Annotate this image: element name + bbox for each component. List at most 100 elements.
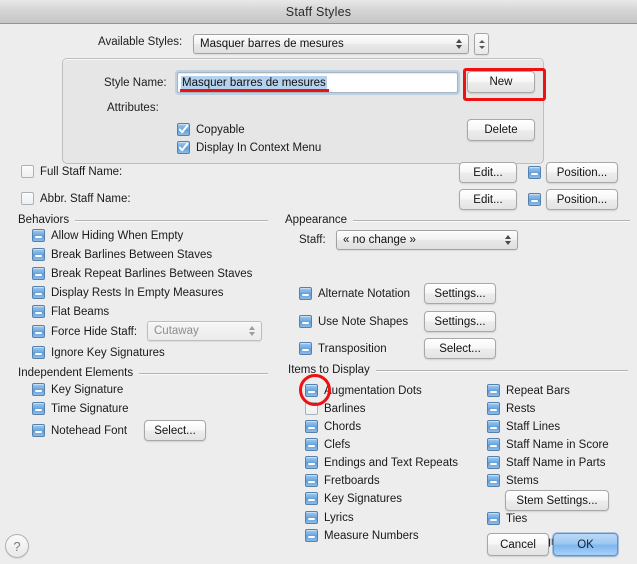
checkbox-mixed-icon [305, 384, 318, 397]
attributes-label: Attributes: [107, 102, 159, 114]
item-stems[interactable]: Stems [487, 474, 539, 487]
item-staff-lines[interactable]: Staff Lines [487, 420, 560, 433]
checkbox-copyable[interactable]: Copyable [177, 123, 245, 136]
chevron-updown-icon [454, 37, 463, 51]
checkbox-mixed-icon [32, 229, 45, 242]
checkbox-display-in-context-menu[interactable]: Display In Context Menu [177, 141, 321, 154]
abbr-staff-name-edit-button[interactable]: Edit... [459, 189, 517, 210]
item-rests[interactable]: Rests [487, 402, 535, 415]
stem-settings-button[interactable]: Stem Settings... [505, 490, 609, 511]
item-label: Staff Name in Score [506, 439, 609, 451]
available-styles-label: Available Styles: [98, 36, 182, 48]
appearance-alternate-notation[interactable]: Alternate Notation [299, 287, 410, 300]
checkbox-mixed-icon [32, 248, 45, 261]
item-repeat-bars[interactable]: Repeat Bars [487, 384, 570, 397]
force-hide-staff-popup[interactable]: Cutaway [147, 321, 262, 341]
full-staff-name-edit-button[interactable]: Edit... [459, 162, 517, 183]
alternate-notation-settings-button[interactable]: Settings... [424, 283, 496, 304]
item-label: Key Signatures [324, 493, 402, 505]
behavior-label: Break Barlines Between Staves [51, 249, 212, 261]
abbr-staff-name-label: Abbr. Staff Name: [40, 193, 131, 205]
item-key-signatures[interactable]: Key Signatures [305, 492, 402, 505]
cancel-button[interactable]: Cancel [487, 533, 549, 556]
item-label: Staff Lines [506, 421, 560, 433]
checkbox-mixed-icon [487, 420, 500, 433]
stepper-up-icon[interactable] [479, 40, 485, 43]
independent-notehead-font[interactable]: Notehead Font [32, 424, 127, 437]
ok-button[interactable]: OK [553, 533, 618, 556]
behavior-display-rests-in-empty-measures[interactable]: Display Rests In Empty Measures [32, 286, 224, 299]
behavior-label: Display Rests In Empty Measures [51, 287, 224, 299]
staff-popup-value: « no change » [343, 234, 416, 246]
item-label: Barlines [324, 403, 366, 415]
available-styles-row: Available Styles: [98, 36, 182, 48]
item-chords[interactable]: Chords [305, 420, 361, 433]
style-name-input[interactable]: Masquer barres de mesures [177, 72, 458, 93]
transposition-select-button[interactable]: Select... [424, 338, 496, 359]
checkbox-mixed-icon [32, 383, 45, 396]
item-lyrics[interactable]: Lyrics [305, 511, 354, 524]
checkbox-abbr-staff-name[interactable]: Abbr. Staff Name: [21, 192, 131, 205]
independent-label: Notehead Font [51, 425, 127, 437]
behavior-break-repeat-barlines-between-staves[interactable]: Break Repeat Barlines Between Staves [32, 267, 252, 280]
item-label: Augmentation Dots [324, 385, 422, 397]
staff-popup[interactable]: « no change » [336, 230, 518, 250]
force-hide-staff-value: Cutaway [154, 325, 199, 337]
abbr-staff-name-mixed-checkbox[interactable] [528, 193, 541, 206]
notehead-font-select-button[interactable]: Select... [144, 420, 206, 441]
independent-time-signature[interactable]: Time Signature [32, 402, 129, 415]
style-name-label: Style Name: [104, 77, 167, 89]
behavior-break-barlines-between-staves[interactable]: Break Barlines Between Staves [32, 248, 212, 261]
item-barlines[interactable]: Barlines [305, 402, 366, 415]
checkbox-mixed-icon [305, 529, 318, 542]
behavior-ignore-key-signatures[interactable]: Ignore Key Signatures [32, 346, 165, 359]
behavior-label: Ignore Key Signatures [51, 347, 165, 359]
item-ties[interactable]: Ties [487, 512, 527, 525]
appearance-title: Appearance [285, 214, 347, 226]
use-note-shapes-settings-button[interactable]: Settings... [424, 311, 496, 332]
help-button[interactable]: ? [5, 534, 29, 558]
checkbox-mixed-icon [305, 511, 318, 524]
item-label: Ties [506, 513, 527, 525]
item-staff-name-in-score[interactable]: Staff Name in Score [487, 438, 609, 451]
full-staff-name-mixed-checkbox[interactable] [528, 166, 541, 179]
checkbox-mixed-icon [32, 402, 45, 415]
staff-label: Staff: [299, 234, 326, 246]
available-styles-stepper[interactable] [474, 33, 489, 55]
item-fretboards[interactable]: Fretboards [305, 474, 380, 487]
dialog-content: Available Styles: Masquer barres de mesu… [0, 24, 637, 564]
checkbox-copyable-label: Copyable [196, 124, 245, 136]
checkbox-full-staff-name[interactable]: Full Staff Name: [21, 165, 122, 178]
stepper-down-icon[interactable] [479, 46, 485, 49]
items-to-display-section-header: Items to Display [288, 364, 628, 376]
appearance-section-header: Appearance [285, 214, 630, 226]
appearance-label: Transposition [318, 343, 387, 355]
checkbox-mixed-icon [487, 438, 500, 451]
item-endings-and-text-repeats[interactable]: Endings and Text Repeats [305, 456, 458, 469]
checkbox-mixed-icon [487, 402, 500, 415]
appearance-transposition[interactable]: Transposition [299, 342, 387, 355]
section-rule [376, 370, 628, 371]
window-title: Staff Styles [286, 5, 351, 19]
appearance-use-note-shapes[interactable]: Use Note Shapes [299, 315, 408, 328]
behavior-force-hide-staff[interactable]: Force Hide Staff: [32, 325, 137, 338]
checkbox-unchecked-icon [305, 402, 318, 415]
behavior-flat-beams[interactable]: Flat Beams [32, 305, 109, 318]
items-to-display-title: Items to Display [288, 364, 370, 376]
full-staff-name-position-button[interactable]: Position... [546, 162, 618, 183]
new-button[interactable]: New [467, 71, 535, 93]
available-styles-popup[interactable]: Masquer barres de mesures [193, 34, 469, 54]
item-clefs[interactable]: Clefs [305, 438, 350, 451]
delete-button[interactable]: Delete [467, 119, 535, 141]
item-augmentation-dots[interactable]: Augmentation Dots [305, 384, 422, 397]
item-label: Fretboards [324, 475, 380, 487]
item-measure-numbers[interactable]: Measure Numbers [305, 529, 419, 542]
chevron-updown-icon [503, 233, 512, 247]
item-staff-name-in-parts[interactable]: Staff Name in Parts [487, 456, 606, 469]
abbr-staff-name-position-button[interactable]: Position... [546, 189, 618, 210]
checkbox-mixed-icon [32, 267, 45, 280]
appearance-label: Alternate Notation [318, 288, 410, 300]
item-label: Staff Name in Parts [506, 457, 606, 469]
behavior-allow-hiding-when-empty[interactable]: Allow Hiding When Empty [32, 229, 183, 242]
independent-key-signature[interactable]: Key Signature [32, 383, 123, 396]
